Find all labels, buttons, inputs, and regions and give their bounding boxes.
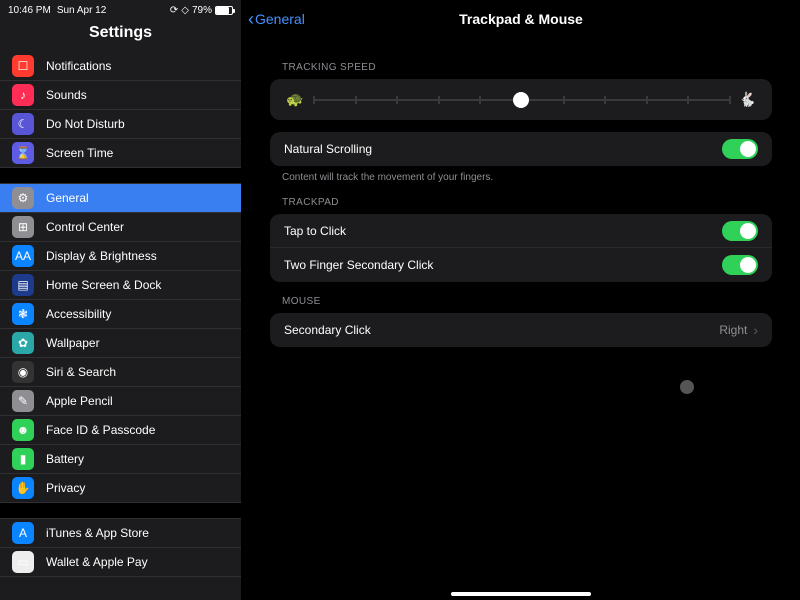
secondary-click-value: Right: [719, 323, 747, 337]
sidebar-item-screen-time[interactable]: ⌛ Screen Time: [0, 139, 241, 168]
sidebar-item-label: Siri & Search: [46, 365, 116, 379]
sidebar-item-display-brightness[interactable]: AA Display & Brightness: [0, 242, 241, 271]
natural-scrolling-footnote: Content will track the movement of your …: [282, 172, 772, 183]
sidebar-item-label: Battery: [46, 452, 84, 466]
row-natural-scrolling[interactable]: Natural Scrolling: [270, 132, 772, 166]
chevron-right-icon: ›: [753, 322, 758, 338]
sidebar-item-label: Sounds: [46, 88, 87, 102]
tracking-speed-slider[interactable]: 🐢 🐇: [270, 79, 772, 120]
pointer-cursor-icon: [680, 380, 694, 394]
row-two-finger-secondary-click[interactable]: Two Finger Secondary Click: [270, 248, 772, 282]
sidebar-list[interactable]: ☐ Notifications ♪ Sounds ☾ Do Not Disturb ⌛ Scr…: [0, 52, 241, 600]
row-secondary-click[interactable]: Secondary Click Right ›: [270, 313, 772, 347]
hare-icon: 🐇: [739, 91, 756, 108]
sidebar-item-itunes-app-store[interactable]: AiTunes & App Store: [0, 519, 241, 548]
sidebar-item-wallet-apple-pay[interactable]: ▭ Wallet & Apple Pay: [0, 548, 241, 577]
status-time: 10:46 PM: [8, 5, 51, 16]
display-brightness-icon: AA: [12, 245, 34, 267]
natural-scrolling-label: Natural Scrolling: [284, 142, 722, 156]
siri-search-icon: ◉: [12, 361, 34, 383]
sidebar-item-privacy[interactable]: ✋ Privacy: [0, 474, 241, 503]
sidebar-item-label: Wallet & Apple Pay: [46, 555, 148, 569]
sidebar-item-label: Do Not Disturb: [46, 117, 125, 131]
sidebar-item-notifications[interactable]: ☐ Notifications: [0, 52, 241, 81]
battery-icon: [215, 6, 233, 15]
sidebar-item-wallpaper[interactable]: ✿ Wallpaper: [0, 329, 241, 358]
back-button[interactable]: ‹ General: [248, 9, 305, 30]
two-finger-secondary-click-toggle[interactable]: [722, 255, 758, 275]
status-date: Sun Apr 12: [57, 5, 106, 16]
tap-to-click-toggle[interactable]: [722, 221, 758, 241]
chevron-left-icon: ‹: [248, 9, 254, 30]
detail-header: ‹ General Trackpad & Mouse: [242, 0, 800, 38]
do-not-disturb-icon: ☾: [12, 113, 34, 135]
sidebar-item-label: Privacy: [46, 481, 85, 495]
sidebar-item-siri-search[interactable]: ◉ Siri & Search: [0, 358, 241, 387]
notifications-icon: ☐: [12, 55, 34, 77]
natural-scrolling-toggle[interactable]: [722, 139, 758, 159]
sidebar-item-control-center[interactable]: ⊞ Control Center: [0, 213, 241, 242]
back-label: General: [255, 11, 305, 27]
wifi-icon: ◇: [181, 5, 189, 16]
sidebar-item-home-screen-dock[interactable]: ▤ Home Screen & Dock: [0, 271, 241, 300]
sidebar: 10:46 PM Sun Apr 12 ⟳ ◇ 79% Settings ☐ No…: [0, 0, 242, 600]
sidebar-title: Settings: [0, 18, 241, 52]
screen-time-icon: ⌛: [12, 142, 34, 164]
sidebar-item-label: Control Center: [46, 220, 124, 234]
two-finger-secondary-click-label: Two Finger Secondary Click: [284, 258, 722, 272]
tortoise-icon: 🐢: [286, 91, 303, 108]
page-title: Trackpad & Mouse: [459, 11, 583, 27]
battery-pct: 79%: [192, 5, 212, 16]
secondary-click-label: Secondary Click: [284, 323, 719, 337]
wallpaper-icon: ✿: [12, 332, 34, 354]
sidebar-item-label: Display & Brightness: [46, 249, 157, 263]
apple-pencil-icon: ✎: [12, 390, 34, 412]
section-tracking-speed: TRACKING SPEED: [282, 62, 772, 73]
home-indicator[interactable]: [451, 592, 591, 596]
privacy-icon: ✋: [12, 477, 34, 499]
home-screen-dock-icon: ▤: [12, 274, 34, 296]
orientation-lock-icon: ⟳: [170, 5, 178, 16]
row-tap-to-click[interactable]: Tap to Click: [270, 214, 772, 248]
sidebar-item-label: General: [46, 191, 89, 205]
sounds-icon: ♪: [12, 84, 34, 106]
face-id-passcode-icon: ☻: [12, 419, 34, 441]
sidebar-item-label: Screen Time: [46, 146, 113, 160]
section-mouse: MOUSE: [282, 296, 772, 307]
sidebar-item-label: iTunes & App Store: [46, 526, 149, 540]
battery-icon: ▮: [12, 448, 34, 470]
sidebar-item-label: Wallpaper: [46, 336, 100, 350]
sidebar-item-label: Accessibility: [46, 307, 111, 321]
sidebar-item-do-not-disturb[interactable]: ☾ Do Not Disturb: [0, 110, 241, 139]
sidebar-item-label: Notifications: [46, 59, 111, 73]
accessibility-icon: ❃: [12, 303, 34, 325]
section-trackpad: TRACKPAD: [282, 197, 772, 208]
status-bar: 10:46 PM Sun Apr 12 ⟳ ◇ 79%: [0, 0, 241, 18]
wallet-apple-pay-icon: ▭: [12, 551, 34, 573]
tracking-speed-knob[interactable]: [513, 92, 529, 108]
sidebar-item-label: Home Screen & Dock: [46, 278, 161, 292]
sidebar-item-label: Face ID & Passcode: [46, 423, 155, 437]
sidebar-item-sounds[interactable]: ♪ Sounds: [0, 81, 241, 110]
tap-to-click-label: Tap to Click: [284, 224, 722, 238]
control-center-icon: ⊞: [12, 216, 34, 238]
itunes-app-store-icon: A: [12, 522, 34, 544]
sidebar-item-general[interactable]: ⚙ General: [0, 184, 241, 213]
sidebar-item-battery[interactable]: ▮ Battery: [0, 445, 241, 474]
sidebar-item-accessibility[interactable]: ❃ Accessibility: [0, 300, 241, 329]
sidebar-item-apple-pencil[interactable]: ✎ Apple Pencil: [0, 387, 241, 416]
detail-pane: ‹ General Trackpad & Mouse TRACKING SPEE…: [242, 0, 800, 600]
sidebar-item-label: Apple Pencil: [46, 394, 113, 408]
general-icon: ⚙: [12, 187, 34, 209]
sidebar-item-face-id-passcode[interactable]: ☻ Face ID & Passcode: [0, 416, 241, 445]
